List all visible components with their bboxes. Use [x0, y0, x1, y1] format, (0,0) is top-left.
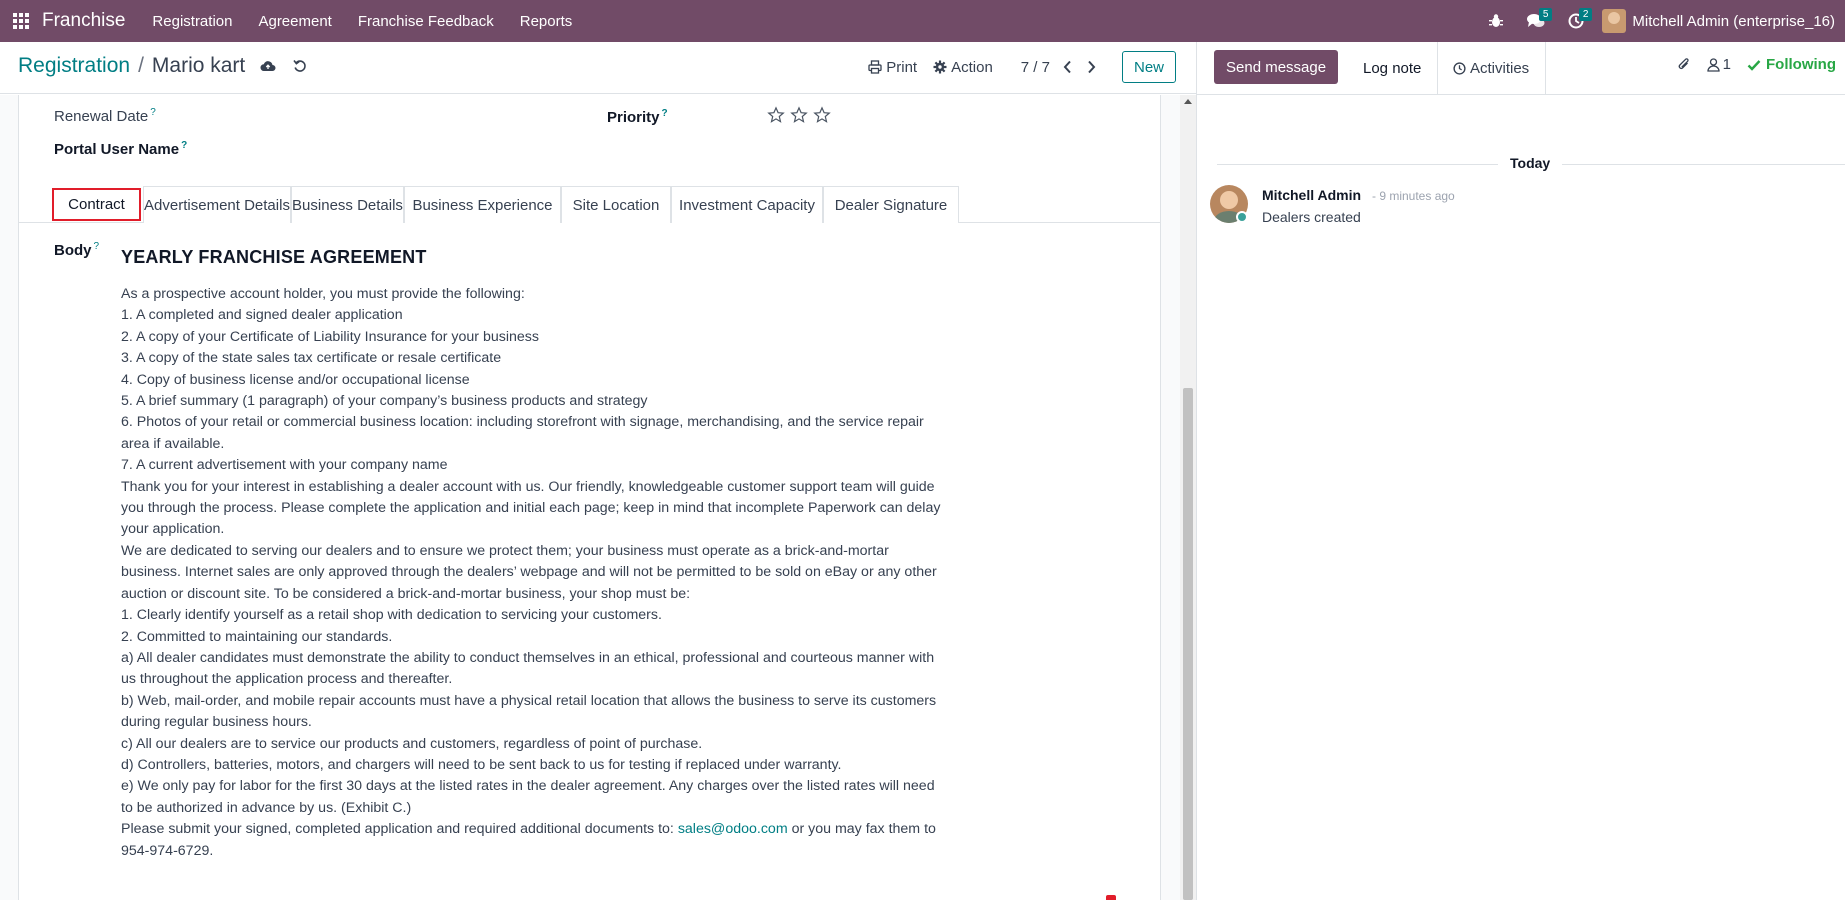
pager-value[interactable]: 7 / 7	[1021, 59, 1050, 76]
menu-reports[interactable]: Reports	[507, 0, 586, 42]
pager-next-icon[interactable]	[1080, 51, 1104, 83]
app-brand[interactable]: Franchise	[42, 10, 125, 32]
agreement-title: YEARLY FRANCHISE AGREEMENT	[121, 247, 427, 267]
user-avatar	[1602, 9, 1627, 33]
breadcrumb-registration[interactable]: Registration	[18, 54, 130, 78]
body-line: a) All dealer candidates must demonstrat…	[121, 649, 935, 688]
body-line: 1. Clearly identify yourself as a retail…	[121, 607, 662, 624]
following-button[interactable]: Following	[1747, 56, 1836, 73]
activities-label: Activities	[1470, 60, 1530, 77]
tab-contract[interactable]: Contract	[52, 188, 141, 221]
priority-label: Priority?	[607, 108, 668, 126]
body-line: b) Web, mail-order, and mobile repair ac…	[121, 692, 937, 731]
body-line: 5. A brief summary (1 paragraph) of your…	[121, 393, 648, 410]
user-name: Mitchell Admin (enterprise_16)	[1632, 12, 1835, 30]
message-timestamp: - 9 minutes ago	[1372, 189, 1455, 203]
body-line-final: Please submit your signed, completed app…	[121, 821, 936, 859]
tab-business-experience[interactable]: Business Experience	[404, 186, 561, 223]
messages-icon[interactable]: 5	[1516, 0, 1556, 42]
editor-indicator-icon	[1106, 895, 1116, 900]
apps-menu-icon[interactable]	[0, 0, 42, 42]
body-label: Body?	[54, 241, 100, 259]
gear-icon	[933, 60, 947, 74]
menu-franchise-feedback[interactable]: Franchise Feedback	[345, 0, 507, 42]
chatter-panel: Send message Log note Activities 1 Follo…	[1196, 42, 1845, 900]
online-status-icon	[1236, 211, 1248, 223]
body-line: 2. A copy of your Certificate of Liabili…	[121, 328, 539, 345]
body-line: Thank you for your interest in establish…	[121, 478, 941, 538]
breadcrumb-current-record: Mario kart	[151, 54, 246, 77]
breadcrumb-separator: /	[138, 54, 144, 77]
followers-button[interactable]: 1	[1707, 56, 1731, 73]
help-tooltip-icon[interactable]: ?	[150, 107, 156, 118]
tab-advertisement-details[interactable]: Advertisement Details	[143, 186, 291, 223]
send-message-button[interactable]: Send message	[1214, 50, 1339, 84]
user-icon	[1707, 57, 1720, 72]
email-link[interactable]: sales@odoo.com	[678, 821, 788, 837]
body-line: We are dedicated to serving our dealers …	[121, 542, 937, 602]
message-body: Dealers created	[1262, 209, 1361, 225]
clock-icon	[1453, 62, 1466, 75]
body-html-editor[interactable]: As a prospective account holder, you mus…	[121, 284, 941, 862]
body-line: 7. A current advertisement with your com…	[121, 457, 448, 474]
print-icon	[868, 60, 882, 74]
body-line: 2. Committed to maintaining our standard…	[121, 628, 393, 645]
renewal-date-label: Renewal Date?	[54, 107, 156, 125]
discard-undo-icon[interactable]	[291, 57, 309, 75]
activities-button[interactable]: Activities	[1437, 42, 1547, 95]
menu-agreement[interactable]: Agreement	[245, 0, 344, 42]
tab-site-location[interactable]: Site Location	[561, 186, 671, 223]
followers-count: 1	[1722, 56, 1732, 73]
activities-badge: 2	[1578, 8, 1593, 21]
breadcrumb: Registration / Mario kart	[18, 54, 309, 78]
star-icon[interactable]	[810, 104, 833, 126]
form-view: Renewal Date? Priority? Portal User Name…	[0, 95, 1196, 900]
save-cloud-icon[interactable]	[259, 57, 277, 75]
chatter-topbar: Send message Log note Activities 1 Follo…	[1197, 42, 1845, 95]
menu-registration[interactable]: Registration	[139, 0, 245, 42]
message-author[interactable]: Mitchell Admin	[1262, 187, 1361, 203]
form-scrollbar[interactable]	[1180, 95, 1196, 900]
print-label: Print	[886, 58, 918, 76]
activities-clock-icon[interactable]: 2	[1556, 0, 1596, 42]
attachment-paperclip-icon[interactable]	[1677, 57, 1691, 73]
check-icon	[1747, 59, 1761, 71]
tab-dealer-signature[interactable]: Dealer Signature	[823, 186, 959, 223]
star-icon[interactable]	[787, 104, 810, 126]
body-line: 3. A copy of the state sales tax certifi…	[121, 350, 502, 367]
scroll-thumb[interactable]	[1183, 388, 1193, 900]
top-navbar: Franchise Registration Agreement Franchi…	[0, 0, 1845, 42]
body-line: 4. Copy of business license and/or occup…	[121, 371, 470, 388]
body-line: c) All our dealers are to service our pr…	[121, 735, 703, 752]
following-label: Following	[1766, 56, 1836, 73]
help-tooltip-icon[interactable]: ?	[94, 241, 100, 252]
body-line: 1. A completed and signed dealer applica…	[121, 307, 403, 324]
tab-investment-capacity[interactable]: Investment Capacity	[671, 186, 823, 223]
portal-user-name-label: Portal User Name?	[54, 140, 188, 158]
scroll-up-arrow-icon[interactable]	[1184, 99, 1192, 104]
control-panel: Registration / Mario kart Print Action 7…	[0, 42, 1196, 94]
pager-previous-icon[interactable]	[1056, 51, 1080, 83]
body-line: d) Controllers, batteries, motors, and c…	[121, 756, 842, 773]
notebook-tabs: Contract Advertisement Details Business …	[19, 186, 1160, 223]
messages-badge: 5	[1538, 8, 1553, 21]
user-menu[interactable]: Mitchell Admin (enterprise_16)	[1596, 9, 1845, 33]
action-button[interactable]: Action	[925, 51, 1001, 83]
action-label: Action	[951, 58, 993, 76]
body-line: As a prospective account holder, you mus…	[121, 286, 525, 302]
debug-bug-icon[interactable]	[1476, 0, 1516, 42]
new-button[interactable]: New	[1121, 51, 1176, 83]
help-tooltip-icon[interactable]: ?	[181, 140, 187, 151]
star-icon[interactable]	[764, 104, 787, 126]
log-note-button[interactable]: Log note	[1347, 42, 1439, 95]
today-label: Today	[1498, 155, 1563, 171]
print-button[interactable]: Print	[860, 51, 925, 83]
priority-stars	[764, 104, 833, 126]
body-line: 6. Photos of your retail or commercial b…	[121, 414, 924, 452]
tab-business-details[interactable]: Business Details	[291, 186, 404, 223]
help-tooltip-icon[interactable]: ?	[662, 108, 668, 119]
body-line: e) We only pay for labor for the first 3…	[121, 778, 935, 816]
